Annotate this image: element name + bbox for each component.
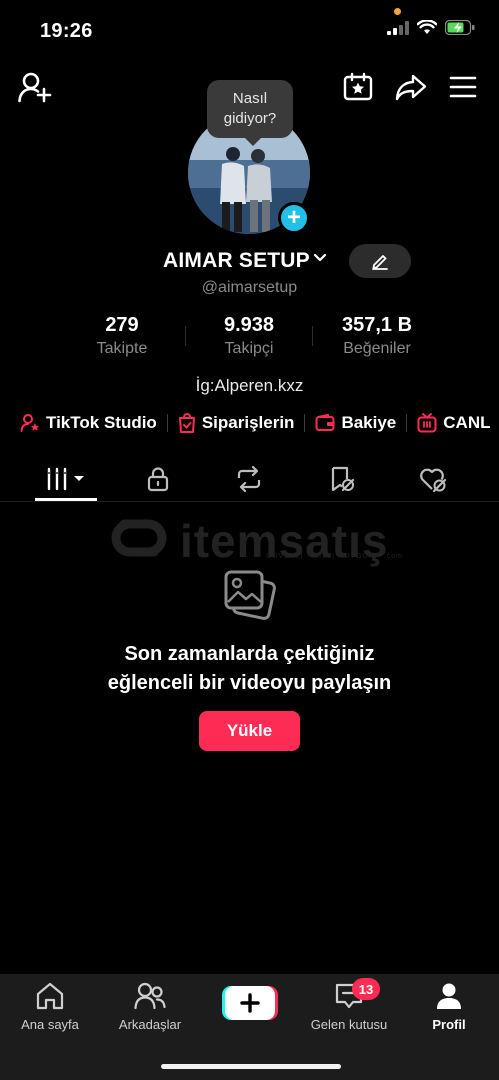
link-divider <box>166 414 168 432</box>
chevron-down-icon[interactable] <box>313 253 327 263</box>
home-indicator <box>161 1064 341 1069</box>
orders-label: Siparişlerin <box>201 413 295 432</box>
tiktok-studio-link[interactable]: TikTok Studio <box>20 413 157 433</box>
nav-profile-label: Profil <box>432 1017 466 1032</box>
hamburger-menu-icon <box>449 76 477 98</box>
stat-likes-label: Beğeniler <box>343 340 411 357</box>
stat-followers[interactable]: 9.938 Takipçi <box>189 314 309 358</box>
watermark-subtext: GÜVENLİ · HIZLI · UYGUN · .com <box>266 553 403 560</box>
status-icons <box>387 20 475 35</box>
pencil-icon <box>372 255 388 270</box>
upload-button[interactable]: Yükle <box>199 711 300 751</box>
add-story-button[interactable]: + <box>278 202 310 234</box>
empty-state-line1: Son zamanlarda çektiğiniz <box>124 643 375 665</box>
nav-inbox[interactable]: 13 Gelen kutusu <box>299 978 399 1032</box>
stat-following-value: 279 <box>105 314 139 336</box>
stat-likes[interactable]: 357,1 B Beğeniler <box>317 314 437 358</box>
calendar-star-icon <box>343 72 373 101</box>
content-tabs <box>0 456 499 502</box>
battery-icon <box>445 20 475 35</box>
link-divider <box>406 414 408 432</box>
studio-icon <box>20 414 39 432</box>
live-icon <box>417 413 437 433</box>
share-icon <box>395 74 427 101</box>
watermark-logo-icon <box>111 519 167 557</box>
nav-inbox-label: Gelen kutusu <box>310 1017 388 1032</box>
display-name[interactable]: AIMAR SETUP <box>163 249 310 273</box>
signal-icon <box>387 20 409 35</box>
balance-link[interactable]: Bakiye <box>315 413 396 433</box>
tab-videos[interactable] <box>36 462 96 496</box>
share-button[interactable] <box>395 73 427 106</box>
friends-icon <box>134 982 166 1010</box>
empty-state-line2: eğlenceli bir videoyu paylaşın <box>107 672 392 694</box>
stat-likes-value: 357,1 B <box>341 314 413 336</box>
orders-icon <box>178 413 195 433</box>
stat-following[interactable]: 279 Takipte <box>62 314 182 358</box>
name-row: AIMAR SETUP <box>0 244 499 278</box>
tab-liked[interactable] <box>403 462 463 496</box>
stat-followers-label: Takipçi <box>224 340 274 357</box>
home-icon <box>36 982 64 1010</box>
edit-profile-button[interactable] <box>349 244 411 278</box>
calendar-button[interactable] <box>343 72 373 107</box>
nav-profile[interactable]: Profil <box>399 982 499 1032</box>
add-friend-button[interactable] <box>18 72 52 109</box>
empty-state-message: Son zamanlarda çektiğiniz eğlenceli bir … <box>0 640 499 698</box>
create-button[interactable] <box>222 986 278 1020</box>
wallet-icon <box>315 414 335 431</box>
username: @aimarsetup <box>201 279 298 296</box>
lock-icon <box>147 467 169 492</box>
profile-stats: 279 Takipte 9.938 Takipçi 357,1 B Beğeni… <box>0 314 499 360</box>
active-tab-indicator <box>35 498 97 501</box>
stat-following-label: Takipte <box>96 340 148 357</box>
nav-home[interactable]: Ana sayfa <box>0 982 100 1032</box>
plus-icon: + <box>286 204 301 231</box>
photos-placeholder-icon <box>224 570 276 620</box>
tab-reposts[interactable] <box>219 462 279 496</box>
wifi-icon <box>417 20 437 34</box>
tab-favorites[interactable] <box>312 462 372 496</box>
nav-home-label: Ana sayfa <box>21 1017 79 1032</box>
tiktok-studio-label: TikTok Studio <box>46 413 157 432</box>
privacy-indicator-dot <box>394 8 401 15</box>
note-bubble-text: Nasıl gidiyor? <box>223 90 277 127</box>
link-divider <box>304 414 306 432</box>
nav-friends[interactable]: Arkadaşlar <box>100 982 200 1032</box>
balance-label: Bakiye <box>341 413 397 432</box>
stat-divider <box>185 326 186 346</box>
videos-grid-icon <box>47 467 84 491</box>
liked-heart-icon <box>420 468 447 492</box>
bookmark-icon <box>331 466 355 492</box>
status-bar: 19:26 <box>0 0 499 60</box>
repost-icon <box>237 466 261 492</box>
add-user-icon <box>18 72 52 103</box>
stat-divider <box>312 326 313 346</box>
menu-button[interactable] <box>449 75 477 104</box>
profile-links: TikTok Studio Siparişlerin Bakiye CANL <box>20 410 490 436</box>
create-plus-icon <box>222 986 278 1020</box>
bio: İg:Alperen.kxz <box>195 376 304 395</box>
profile-icon <box>437 983 461 1009</box>
live-label: CANL <box>443 413 491 432</box>
note-bubble[interactable]: Nasıl gidiyor? <box>207 80 293 146</box>
live-link[interactable]: CANL <box>417 413 490 433</box>
stat-followers-value: 9.938 <box>223 314 275 336</box>
orders-link[interactable]: Siparişlerin <box>178 413 295 433</box>
top-right-actions <box>343 72 477 107</box>
tab-private[interactable] <box>128 462 188 496</box>
nav-friends-label: Arkadaşlar <box>118 1017 182 1032</box>
watermark: itemsatış GÜVENLİ · HIZLI · UYGUN · .com <box>104 512 404 568</box>
status-time: 19:26 <box>40 20 93 42</box>
inbox-badge: 13 <box>352 978 380 1000</box>
